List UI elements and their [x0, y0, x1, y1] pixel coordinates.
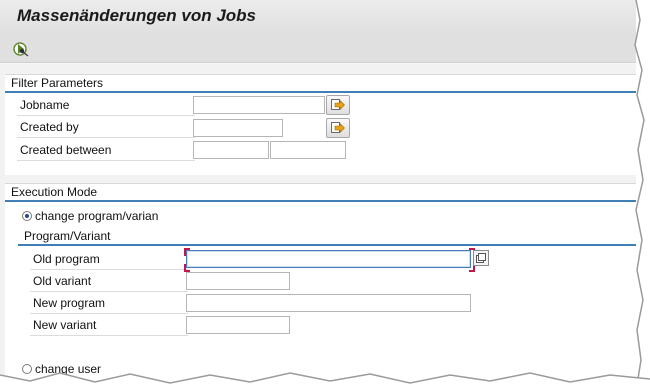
page-title: Massenänderungen von Jobs	[17, 6, 256, 25]
change-program-radio-label[interactable]: change program/varian	[35, 209, 158, 223]
old-variant-label: Old variant	[30, 271, 188, 292]
execution-mode-group: Execution Mode change program/varian Pro…	[5, 183, 636, 391]
new-program-label: New program	[30, 293, 188, 314]
execute-icon[interactable]	[12, 40, 30, 58]
created-from-input[interactable]	[193, 141, 269, 159]
created-by-multiple-selection-button[interactable]	[326, 118, 350, 138]
arrow-right-icon	[331, 99, 345, 111]
created-by-input[interactable]	[193, 119, 283, 137]
filter-parameters-group: Filter Parameters Jobname Created by Cre…	[5, 74, 636, 175]
execution-mode-title: Execution Mode	[11, 185, 98, 199]
jobname-input[interactable]	[193, 96, 325, 114]
application-toolbar	[0, 34, 636, 63]
jobname-multiple-selection-button[interactable]	[326, 95, 350, 115]
group-divider	[18, 244, 636, 246]
created-to-input[interactable]	[270, 141, 346, 159]
created-by-label: Created by	[17, 117, 195, 138]
value-help-icon[interactable]	[473, 250, 489, 266]
focus-marker	[184, 248, 190, 256]
program-variant-group: Program/Variant Old program Old variant …	[18, 228, 636, 348]
change-program-radio[interactable]	[22, 211, 32, 221]
selection-screen: Filter Parameters Jobname Created by Cre…	[0, 64, 636, 391]
group-divider	[5, 200, 636, 202]
torn-edge-right	[628, 0, 650, 391]
created-between-label: Created between	[17, 140, 195, 161]
title-bar: Massenänderungen von Jobs	[0, 0, 636, 34]
old-variant-input[interactable]	[186, 272, 290, 290]
jobname-label: Jobname	[17, 95, 195, 116]
filter-parameters-title: Filter Parameters	[11, 76, 104, 90]
new-variant-input[interactable]	[186, 316, 290, 334]
group-divider	[5, 91, 636, 93]
old-program-label: Old program	[30, 249, 188, 270]
new-program-input[interactable]	[186, 294, 471, 312]
new-variant-label: New variant	[30, 315, 188, 336]
sap-window: Massenänderungen von Jobs Filter Paramet…	[0, 0, 636, 391]
old-program-input[interactable]	[186, 250, 471, 268]
program-variant-title: Program/Variant	[24, 229, 111, 243]
arrow-right-icon	[331, 122, 345, 134]
torn-edge-bottom	[0, 372, 650, 391]
